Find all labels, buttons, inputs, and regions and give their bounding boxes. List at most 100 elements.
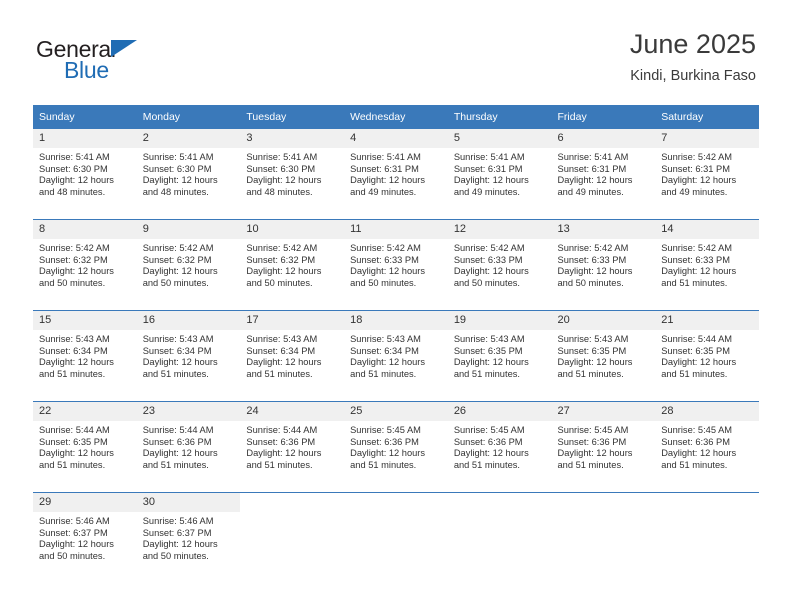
sunset-line: Sunset: 6:37 PM (39, 527, 108, 538)
calendar-day-cell[interactable]: 3 Sunrise: 5:41 AM Sunset: 6:30 PM Dayli… (240, 129, 345, 220)
daylight-line: Daylight: 12 hours and 51 minutes. (350, 357, 426, 379)
daylight-line: Daylight: 12 hours and 51 minutes. (557, 448, 633, 470)
calendar-day-cell[interactable]: 26 Sunrise: 5:45 AM Sunset: 6:36 PM Dayl… (447, 401, 552, 493)
calendar-day-cell[interactable]: 25 Sunrise: 5:45 AM Sunset: 6:36 PM Dayl… (344, 401, 448, 493)
calendar-day-cell[interactable]: 15 Sunrise: 5:43 AM Sunset: 6:34 PM Dayl… (33, 310, 137, 402)
day-details: Sunrise: 5:41 AM Sunset: 6:30 PM Dayligh… (137, 148, 241, 198)
sunset-line: Sunset: 6:36 PM (453, 436, 523, 447)
day-number: 10 (240, 220, 345, 239)
calendar-day-cell[interactable]: 6 Sunrise: 5:41 AM Sunset: 6:31 PM Dayli… (551, 129, 656, 220)
page-subtitle-location: Kindi, Burkina Faso (630, 68, 756, 84)
daylight-line: Daylight: 12 hours and 51 minutes. (453, 357, 529, 379)
calendar-day-cell[interactable]: 30 Sunrise: 5:46 AM Sunset: 6:37 PM Dayl… (136, 492, 241, 583)
sunset-line: Sunset: 6:31 PM (557, 163, 627, 174)
day-details: Sunrise: 5:45 AM Sunset: 6:36 PM Dayligh… (552, 421, 656, 471)
calendar-day-cell[interactable]: 20 Sunrise: 5:43 AM Sunset: 6:35 PM Dayl… (551, 310, 656, 402)
calendar-page: General Blue June 2025 Kindi, Burkina Fa… (0, 0, 792, 612)
sunset-line: Sunset: 6:33 PM (661, 254, 730, 265)
daylight-line: Daylight: 12 hours and 50 minutes. (142, 539, 218, 561)
sunrise-line: Sunrise: 5:43 AM (246, 334, 318, 344)
calendar-day-cell-empty (240, 492, 345, 583)
day-number: 15 (33, 311, 137, 330)
calendar-day-cell[interactable]: 24 Sunrise: 5:44 AM Sunset: 6:36 PM Dayl… (240, 401, 345, 493)
daylight-line: Daylight: 12 hours and 49 minutes. (557, 175, 633, 197)
calendar-day-cell[interactable]: 14 Sunrise: 5:42 AM Sunset: 6:33 PM Dayl… (655, 219, 759, 311)
day-number (240, 493, 344, 512)
sunrise-line: Sunrise: 5:45 AM (557, 425, 629, 435)
daylight-line: Daylight: 12 hours and 49 minutes. (453, 175, 529, 197)
day-number: 26 (447, 402, 552, 421)
day-number: 8 (33, 220, 137, 239)
calendar-day-cell[interactable]: 7 Sunrise: 5:42 AM Sunset: 6:31 PM Dayli… (655, 129, 759, 220)
sunset-line: Sunset: 6:31 PM (453, 163, 523, 174)
day-details: Sunrise: 5:43 AM Sunset: 6:34 PM Dayligh… (344, 330, 448, 380)
calendar-day-cell[interactable]: 2 Sunrise: 5:41 AM Sunset: 6:30 PM Dayli… (136, 129, 241, 220)
calendar-day-cell[interactable]: 29 Sunrise: 5:46 AM Sunset: 6:37 PM Dayl… (33, 492, 137, 583)
day-number: 6 (551, 129, 656, 148)
weekday-header-monday: Monday (136, 105, 241, 129)
general-blue-logo[interactable]: General Blue (36, 36, 236, 86)
calendar-day-cell[interactable]: 10 Sunrise: 5:42 AM Sunset: 6:32 PM Dayl… (240, 219, 345, 311)
daylight-line: Daylight: 12 hours and 51 minutes. (246, 357, 322, 379)
sunset-line: Sunset: 6:35 PM (453, 345, 523, 356)
calendar-day-cell[interactable]: 21 Sunrise: 5:44 AM Sunset: 6:35 PM Dayl… (655, 310, 759, 402)
calendar-day-cell[interactable]: 12 Sunrise: 5:42 AM Sunset: 6:33 PM Dayl… (447, 219, 552, 311)
day-details: Sunrise: 5:43 AM Sunset: 6:34 PM Dayligh… (33, 330, 137, 380)
calendar-day-cell[interactable]: 9 Sunrise: 5:42 AM Sunset: 6:32 PM Dayli… (136, 219, 241, 311)
weekday-header-row: Sunday Monday Tuesday Wednesday Thursday… (33, 105, 759, 129)
day-details: Sunrise: 5:41 AM Sunset: 6:31 PM Dayligh… (344, 148, 448, 198)
daylight-line: Daylight: 12 hours and 51 minutes. (39, 448, 114, 470)
calendar-day-cell[interactable]: 8 Sunrise: 5:42 AM Sunset: 6:32 PM Dayli… (33, 219, 137, 311)
day-details: Sunrise: 5:41 AM Sunset: 6:30 PM Dayligh… (240, 148, 344, 198)
calendar-day-cell[interactable]: 28 Sunrise: 5:45 AM Sunset: 6:36 PM Dayl… (655, 401, 759, 493)
calendar-day-cell[interactable]: 18 Sunrise: 5:43 AM Sunset: 6:34 PM Dayl… (344, 310, 448, 402)
day-number (655, 493, 759, 512)
daylight-line: Daylight: 12 hours and 51 minutes. (661, 266, 737, 288)
day-number: 27 (551, 402, 656, 421)
daylight-line: Daylight: 12 hours and 50 minutes. (350, 266, 426, 288)
sunrise-line: Sunrise: 5:42 AM (557, 243, 629, 253)
calendar-day-cell-empty (447, 492, 552, 583)
day-number: 4 (344, 129, 448, 148)
sunrise-line: Sunrise: 5:42 AM (142, 243, 214, 253)
day-details: Sunrise: 5:42 AM Sunset: 6:31 PM Dayligh… (655, 148, 759, 198)
day-details: Sunrise: 5:42 AM Sunset: 6:32 PM Dayligh… (137, 239, 241, 289)
sunset-line: Sunset: 6:35 PM (661, 345, 730, 356)
day-number: 23 (136, 402, 241, 421)
day-details: Sunrise: 5:42 AM Sunset: 6:33 PM Dayligh… (448, 239, 552, 289)
calendar-day-cell[interactable]: 4 Sunrise: 5:41 AM Sunset: 6:31 PM Dayli… (344, 129, 448, 220)
calendar-day-cell[interactable]: 27 Sunrise: 5:45 AM Sunset: 6:36 PM Dayl… (551, 401, 656, 493)
calendar-day-cell[interactable]: 13 Sunrise: 5:42 AM Sunset: 6:33 PM Dayl… (551, 219, 656, 311)
sunset-line: Sunset: 6:35 PM (557, 345, 627, 356)
day-details: Sunrise: 5:41 AM Sunset: 6:31 PM Dayligh… (552, 148, 656, 198)
daylight-line: Daylight: 12 hours and 50 minutes. (453, 266, 529, 288)
daylight-line: Daylight: 12 hours and 50 minutes. (142, 266, 218, 288)
sunrise-line: Sunrise: 5:42 AM (453, 243, 525, 253)
sunset-line: Sunset: 6:37 PM (142, 527, 212, 538)
day-details: Sunrise: 5:43 AM Sunset: 6:34 PM Dayligh… (240, 330, 344, 380)
calendar-day-cell[interactable]: 22 Sunrise: 5:44 AM Sunset: 6:35 PM Dayl… (33, 401, 137, 493)
sunset-line: Sunset: 6:32 PM (246, 254, 316, 265)
daylight-line: Daylight: 12 hours and 51 minutes. (350, 448, 426, 470)
sunset-line: Sunset: 6:31 PM (661, 163, 730, 174)
calendar-day-cell[interactable]: 17 Sunrise: 5:43 AM Sunset: 6:34 PM Dayl… (240, 310, 345, 402)
sunset-line: Sunset: 6:35 PM (39, 436, 108, 447)
calendar-week-row: 1 Sunrise: 5:41 AM Sunset: 6:30 PM Dayli… (33, 129, 759, 220)
calendar-day-cell[interactable]: 19 Sunrise: 5:43 AM Sunset: 6:35 PM Dayl… (447, 310, 552, 402)
day-number: 5 (447, 129, 552, 148)
sunset-line: Sunset: 6:33 PM (557, 254, 627, 265)
calendar-day-cell[interactable]: 5 Sunrise: 5:41 AM Sunset: 6:31 PM Dayli… (447, 129, 552, 220)
day-number: 12 (447, 220, 552, 239)
day-details: Sunrise: 5:46 AM Sunset: 6:37 PM Dayligh… (137, 512, 241, 562)
day-details: Sunrise: 5:44 AM Sunset: 6:35 PM Dayligh… (655, 330, 759, 380)
calendar-day-cell[interactable]: 16 Sunrise: 5:43 AM Sunset: 6:34 PM Dayl… (136, 310, 241, 402)
page-title: June 2025 (629, 29, 756, 59)
calendar-day-cell[interactable]: 11 Sunrise: 5:42 AM Sunset: 6:33 PM Dayl… (344, 219, 448, 311)
sunrise-line: Sunrise: 5:41 AM (39, 152, 110, 162)
calendar-day-cell[interactable]: 23 Sunrise: 5:44 AM Sunset: 6:36 PM Dayl… (136, 401, 241, 493)
page-header: General Blue June 2025 Kindi, Burkina Fa… (0, 0, 792, 100)
sunrise-sunset-calendar-table: Sunday Monday Tuesday Wednesday Thursday… (33, 105, 759, 583)
calendar-week-row: 22 Sunrise: 5:44 AM Sunset: 6:35 PM Dayl… (33, 401, 759, 493)
sunrise-line: Sunrise: 5:41 AM (350, 152, 421, 162)
calendar-day-cell[interactable]: 1 Sunrise: 5:41 AM Sunset: 6:30 PM Dayli… (33, 129, 137, 220)
